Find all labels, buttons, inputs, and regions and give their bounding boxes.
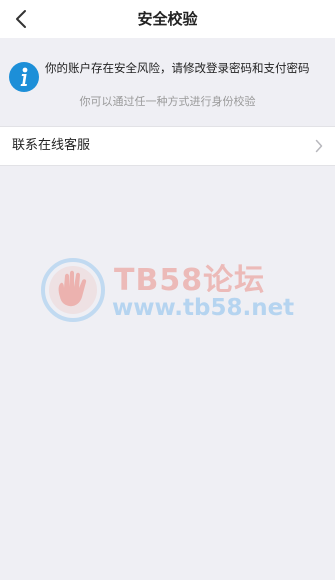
verification-hint-text: 你可以通过任一种方式进行身份校验 bbox=[79, 95, 256, 108]
security-warning-text: 你的账户存在安全风险，请修改登录密码和支付密码 bbox=[45, 61, 310, 75]
contact-online-service-option[interactable]: 联系在线客服 bbox=[0, 126, 335, 166]
security-verification-screen: 安全校验 你的账户存在安全风险，请修改登录密码和支付密码 你可以通过任一种方式进… bbox=[0, 0, 335, 580]
info-icon bbox=[9, 62, 39, 92]
option-label: 联系在线客服 bbox=[12, 138, 91, 153]
chevron-right-icon bbox=[315, 139, 323, 153]
watermark-title: TB58论坛 bbox=[114, 263, 266, 298]
page-title: 安全校验 bbox=[137, 10, 198, 28]
watermark: TB58论坛 www.tb58.net bbox=[40, 255, 300, 325]
security-notice: 你的账户存在安全风险，请修改登录密码和支付密码 你可以通过任一种方式进行身份校验 bbox=[0, 38, 335, 124]
watermark-url: www.tb58.net bbox=[112, 295, 295, 321]
hand-logo-icon bbox=[41, 258, 105, 322]
navigation-bar: 安全校验 bbox=[0, 0, 335, 38]
